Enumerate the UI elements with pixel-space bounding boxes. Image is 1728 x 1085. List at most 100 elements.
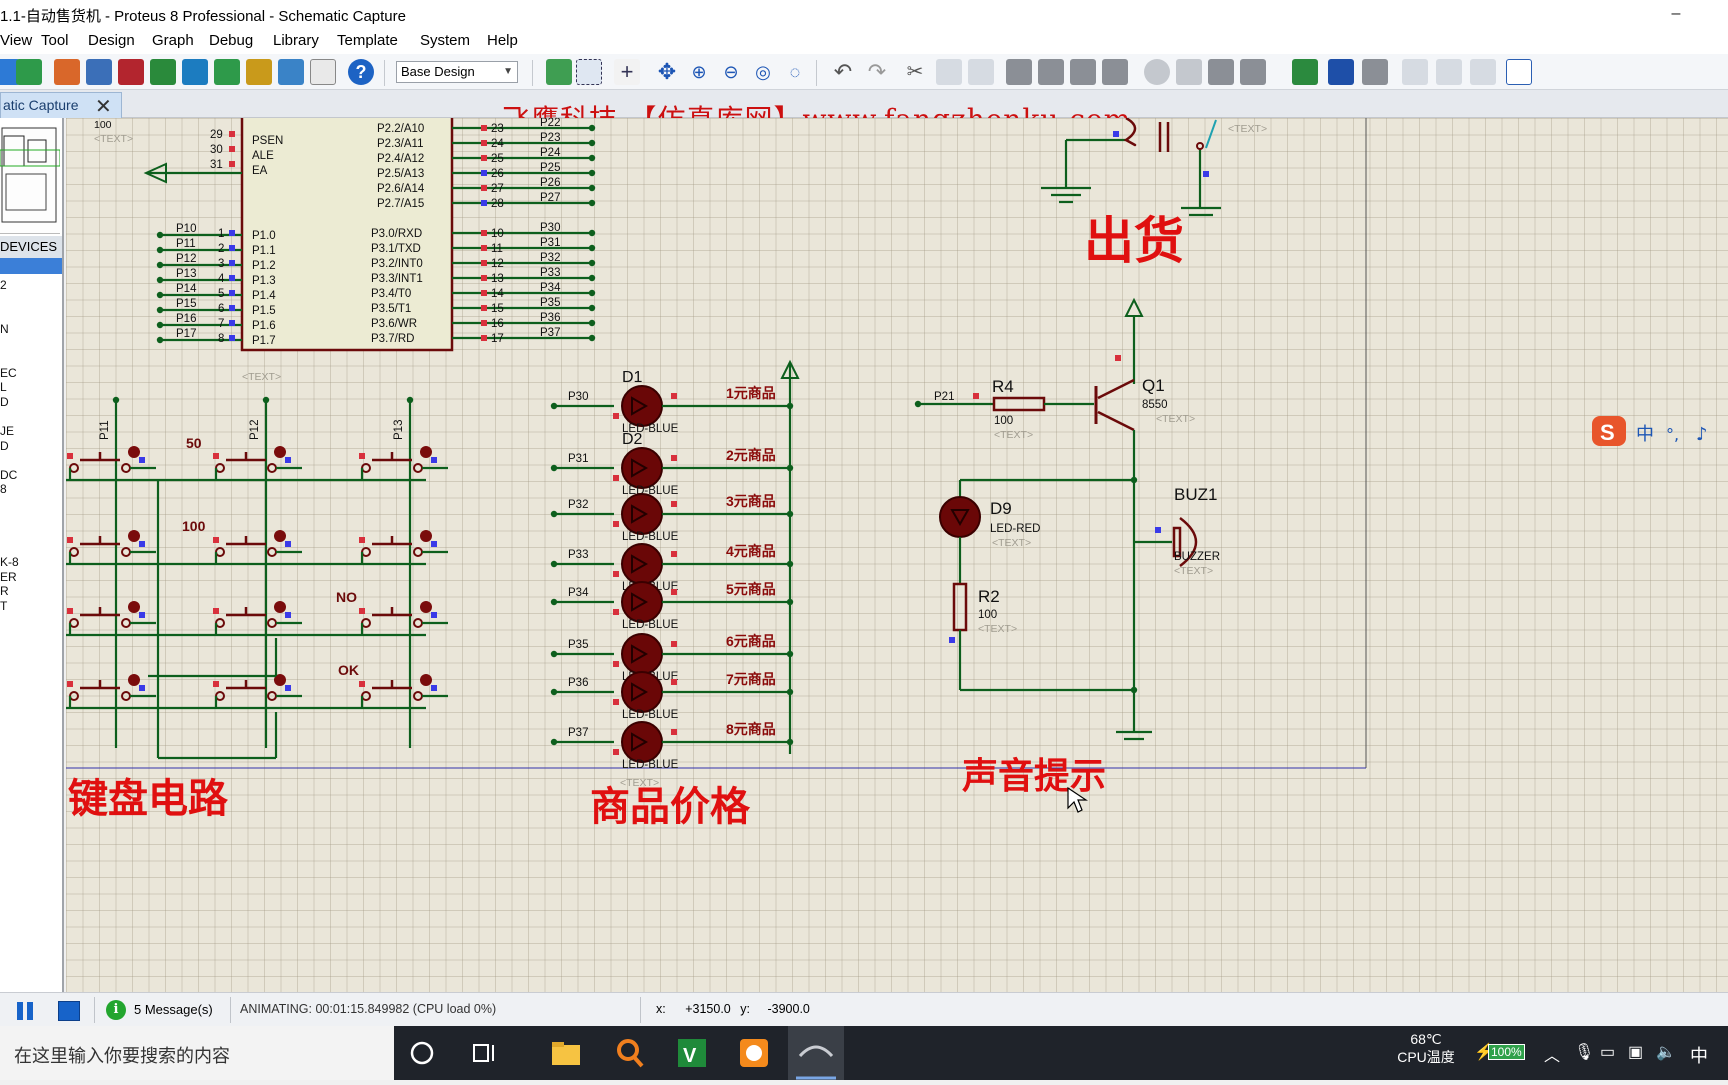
info-icon[interactable]: i	[106, 1000, 126, 1020]
import-icon[interactable]	[16, 59, 42, 85]
proteus-app-icon[interactable]	[736, 1035, 772, 1071]
origin-icon[interactable]: +	[614, 59, 640, 85]
package-tool-icon[interactable]	[1208, 59, 1234, 85]
block-rotate-icon[interactable]	[1070, 59, 1096, 85]
make-device-icon[interactable]	[1176, 59, 1202, 85]
help-icon[interactable]: ?	[348, 59, 374, 85]
refresh-icon[interactable]	[546, 59, 572, 85]
search-everything-icon[interactable]	[612, 1035, 648, 1071]
pause-icon[interactable]	[14, 1001, 36, 1021]
schematic-icon[interactable]	[86, 59, 112, 85]
device-list-item[interactable]: N	[0, 322, 62, 337]
minimize-button[interactable]: –	[1656, 2, 1696, 28]
tab-schematic-capture[interactable]: atic Capture ✕	[0, 92, 122, 118]
device-list-item[interactable]: EC	[0, 366, 62, 381]
sound-circuit[interactable]: P21 R4 100 <TEXT> Q1 8550 <TEXT> D9 LED-RED <TEXT…	[914, 297, 1220, 741]
device-selected-row[interactable]	[0, 258, 62, 274]
block-move-icon[interactable]	[1038, 59, 1064, 85]
device-list-item[interactable]: ER	[0, 570, 62, 585]
cpu-temperature[interactable]: 68℃ CPU温度	[1390, 1030, 1462, 1066]
device-list-item[interactable]	[0, 409, 62, 424]
device-list-item[interactable]: D	[0, 395, 62, 410]
device-list-item[interactable]	[0, 351, 62, 366]
decompose-icon[interactable]	[1240, 59, 1266, 85]
device-list-item[interactable]: L	[0, 380, 62, 395]
cortana-icon[interactable]	[404, 1035, 440, 1071]
notes-icon[interactable]	[310, 59, 336, 85]
microphone-tray-icon[interactable]: 🎙	[1574, 1042, 1594, 1062]
task-view-icon[interactable]	[466, 1035, 502, 1071]
punctuation-icon[interactable]: °,	[1666, 425, 1679, 444]
device-list-item[interactable]: D	[0, 439, 62, 454]
menu-graph[interactable]: Graph	[152, 32, 194, 49]
volume-icon[interactable]: 🔈	[1656, 1042, 1676, 1062]
zoom-all-icon[interactable]: ◎	[750, 59, 776, 85]
device-list-item[interactable]	[0, 307, 62, 322]
search-tag-icon[interactable]	[1328, 59, 1354, 85]
pan-icon[interactable]: ✥	[654, 59, 680, 85]
network-icon[interactable]: ▣	[1628, 1042, 1643, 1062]
zoom-out-icon[interactable]: ⊖	[718, 59, 744, 85]
battery-tray-icon[interactable]: ▭	[1600, 1042, 1615, 1062]
menu-debug[interactable]: Debug	[209, 32, 253, 49]
menu-library[interactable]: Library	[273, 32, 319, 49]
design-explorer-icon[interactable]	[214, 59, 240, 85]
file-explorer-icon[interactable]	[548, 1035, 584, 1071]
zoom-area-icon[interactable]: ◌	[782, 59, 808, 85]
taskbar-active-app[interactable]	[788, 1026, 844, 1080]
input-method-indicator[interactable]: 中	[1690, 1042, 1708, 1068]
chevron-up-icon[interactable]: ︿	[1544, 1042, 1560, 1066]
zoom-in-icon[interactable]: ⊕	[686, 59, 712, 85]
battery-indicator[interactable]: 100%	[1488, 1044, 1525, 1060]
design-variant-select[interactable]: Base Design ▼	[396, 61, 518, 83]
mcu-8051[interactable]: 29 PSEN 30 ALE 31 EA 100 <TEXT> P10 1 P1.0 P11 2 P1.1…	[94, 118, 596, 383]
device-list-item[interactable]	[0, 512, 62, 527]
pcb-icon[interactable]	[118, 59, 144, 85]
keyboard-circuit[interactable]: P11 P12 P13 50 100 NO OK	[66, 396, 448, 760]
device-list-item[interactable]: 8	[0, 482, 62, 497]
device-list-item[interactable]: K-8	[0, 555, 62, 570]
device-list-item[interactable]	[0, 526, 62, 541]
menu-tool[interactable]: Tool	[41, 32, 69, 49]
grid-icon[interactable]	[576, 59, 602, 85]
device-list-item[interactable]	[0, 497, 62, 512]
block-copy-icon[interactable]	[1006, 59, 1032, 85]
wire-autorouter-icon[interactable]	[1292, 59, 1318, 85]
bom-icon[interactable]	[246, 59, 272, 85]
ime-mode-label[interactable]: 中	[1636, 424, 1654, 445]
device-list-item[interactable]: T	[0, 599, 62, 614]
new-sheet-icon[interactable]	[1402, 59, 1428, 85]
schematic-canvas[interactable]: 29 PSEN 30 ALE 31 EA 100 <TEXT> P10 1 P1.0 P11 2 P1.1…	[66, 118, 1728, 992]
stop-icon[interactable]	[58, 1001, 80, 1021]
overview-window[interactable]	[0, 126, 61, 234]
device-list-item[interactable]	[0, 453, 62, 468]
price-led-circuit[interactable]: P30 1元商品 LED-BLUE D1 P31 2元商品 LED-BLUE D2 P32 3元商…	[550, 359, 800, 789]
source-code-icon[interactable]	[278, 59, 304, 85]
ime-floating-bar[interactable]: S 中 °, ♪	[1590, 412, 1728, 452]
electrical-rule-check-icon[interactable]	[1506, 59, 1532, 85]
pick-device-icon[interactable]	[1144, 59, 1170, 85]
messages-count[interactable]: 5 Message(s)	[134, 1002, 213, 1017]
paste-icon[interactable]	[968, 59, 994, 85]
home-icon[interactable]	[54, 59, 80, 85]
gerber-icon[interactable]	[182, 59, 208, 85]
taskbar-search-box[interactable]: 在这里输入你要搜索的内容	[0, 1026, 394, 1080]
device-list-item[interactable]: DC	[0, 468, 62, 483]
device-list-item[interactable]: R	[0, 584, 62, 599]
block-delete-icon[interactable]	[1102, 59, 1128, 85]
device-list-item[interactable]: JE	[0, 424, 62, 439]
remove-sheet-icon[interactable]	[1436, 59, 1462, 85]
menu-help[interactable]: Help	[487, 32, 518, 49]
delivery-circuit[interactable]: <TEXT> 出货	[1041, 118, 1267, 270]
menu-design[interactable]: Design	[88, 32, 135, 49]
property-assignment-icon[interactable]	[1362, 59, 1388, 85]
device-list-item[interactable]	[0, 541, 62, 556]
keil-uvision-icon[interactable]: V	[674, 1035, 710, 1071]
menu-template[interactable]: Template	[337, 32, 398, 49]
copy-icon[interactable]	[936, 59, 962, 85]
device-list-item[interactable]	[0, 336, 62, 351]
device-list-item[interactable]: 2	[0, 278, 62, 293]
close-icon[interactable]: ✕	[95, 94, 112, 119]
netlist-icon[interactable]	[1470, 59, 1496, 85]
redo-icon[interactable]: ↷	[864, 59, 890, 85]
